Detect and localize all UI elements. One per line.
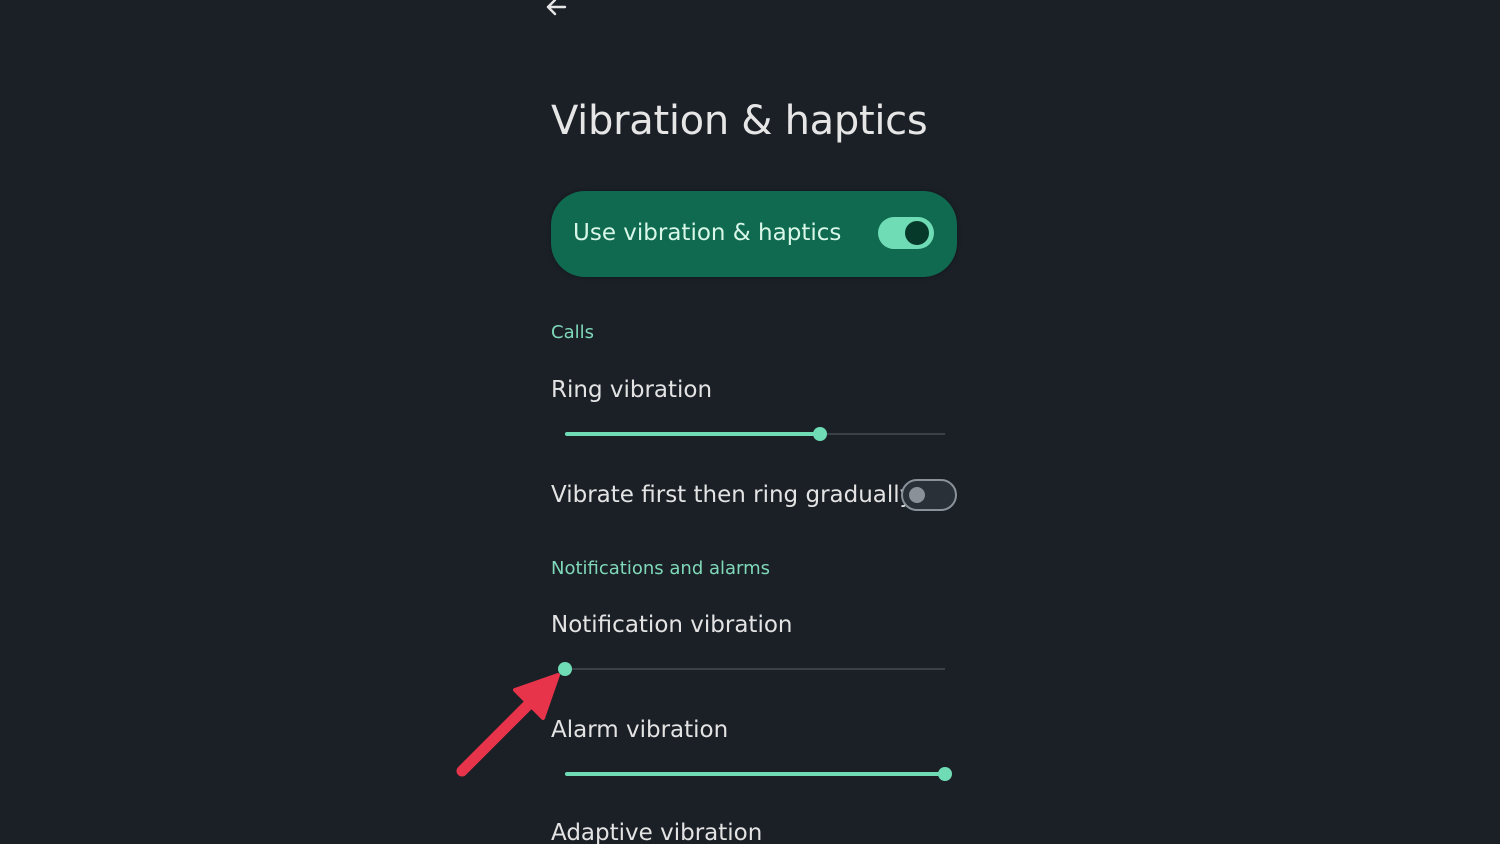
notification-vibration-label: Notification vibration [551, 612, 793, 638]
alarm-vibration-label: Alarm vibration [551, 717, 729, 743]
use-vibration-switch[interactable] [878, 217, 934, 249]
switch-thumb [909, 487, 925, 503]
section-header-calls: Calls [551, 322, 594, 343]
arrow-left-icon [546, 0, 567, 16]
notification-vibration-slider[interactable] [558, 661, 945, 677]
back-button[interactable] [541, 0, 571, 22]
vibrate-first-label: Vibrate first then ring gradually [551, 482, 914, 508]
alarm-vibration-slider[interactable] [565, 766, 952, 782]
slider-handle[interactable] [558, 662, 572, 676]
vibrate-first-switch[interactable] [901, 479, 957, 511]
use-vibration-toggle-card[interactable]: Use vibration & haptics [551, 191, 957, 277]
slider-track-active [565, 772, 945, 776]
ring-vibration-label: Ring vibration [551, 377, 713, 403]
use-vibration-label: Use vibration & haptics [573, 220, 842, 246]
page-title: Vibration & haptics [551, 98, 928, 144]
slider-handle[interactable] [812, 427, 827, 441]
slider-handle[interactable] [938, 767, 952, 781]
adaptive-vibration-label[interactable]: Adaptive vibration [551, 820, 762, 844]
ring-vibration-slider[interactable] [565, 426, 945, 442]
settings-screen: Vibration & haptics Use vibration & hapt… [0, 0, 1500, 844]
slider-track [565, 668, 945, 670]
section-header-notifications: Notifications and alarms [551, 558, 771, 579]
switch-thumb [905, 221, 929, 245]
slider-track-active [565, 432, 820, 436]
